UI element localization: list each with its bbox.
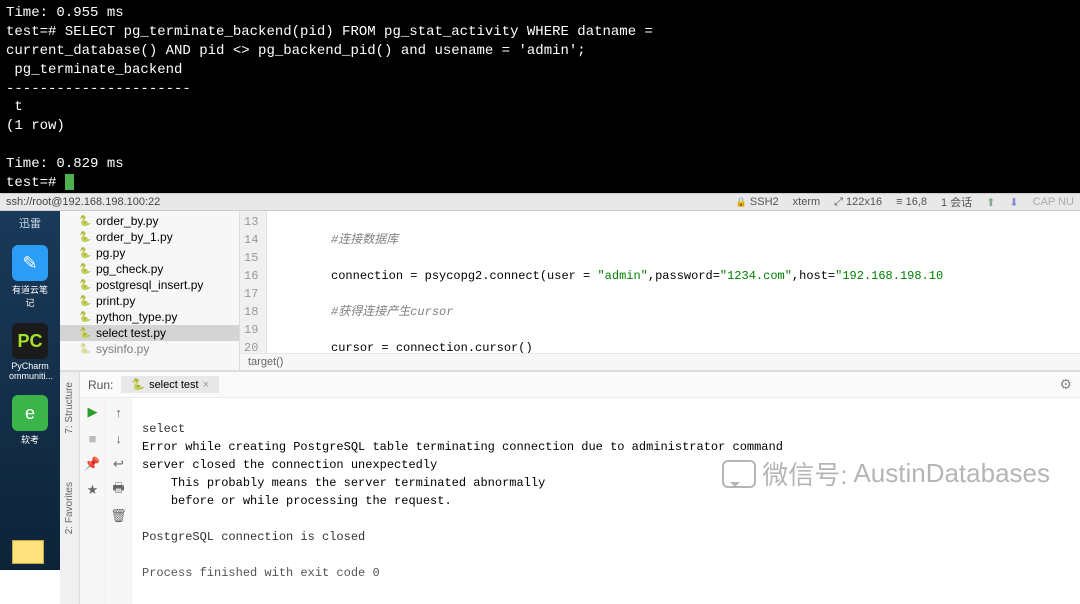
- arrow-down-icon[interactable]: ⬇: [1009, 196, 1018, 209]
- run-config-tab[interactable]: 🐍select test ×: [121, 376, 219, 393]
- ssh-term-size: ⤢ 122x16: [834, 196, 882, 209]
- print-icon[interactable]: 🖶: [111, 482, 127, 498]
- terminal-line: (1 row): [6, 118, 65, 134]
- soft-wrap-icon[interactable]: ↩: [111, 456, 127, 472]
- ssh-statusbar: ssh://root@192.168.198.100:22 SSH2 xterm…: [0, 193, 1080, 211]
- favorites-tab[interactable]: 2: Favorites: [62, 478, 77, 538]
- python-file-icon: 🐍: [78, 262, 92, 276]
- taskbar-folder-icon[interactable]: [12, 540, 44, 564]
- terminal-cursor-icon: [65, 174, 74, 190]
- ssh-caps: CAP NU: [1033, 196, 1074, 208]
- terminal-line: current_database() AND pid <> pg_backend…: [6, 43, 586, 59]
- code-line: #连接数据库: [273, 231, 943, 249]
- side-tool-tabs: 7: Structure 2: Favorites: [60, 372, 80, 604]
- code-line: cursor = connection.cursor(): [273, 339, 943, 353]
- ssh-cursor-pos: ≡ 16,8: [896, 196, 927, 208]
- desktop-icon-ruankao[interactable]: e软考: [9, 395, 51, 446]
- console-exit-line: Process finished with exit code 0: [142, 566, 380, 580]
- python-file-icon: 🐍: [78, 294, 92, 308]
- console-line: Error while creating PostgreSQL table te…: [142, 440, 783, 454]
- terminal-line: t: [6, 99, 23, 115]
- terminal-line: ----------------------: [6, 81, 191, 97]
- arrow-up-icon[interactable]: ⬆: [986, 196, 995, 209]
- ide-window: 🐍order_by.py 🐍order_by_1.py 🐍pg.py 🐍pg_c…: [60, 211, 1080, 570]
- close-icon[interactable]: ×: [203, 379, 209, 391]
- terminal-prompt: test=#: [6, 175, 65, 191]
- project-tree[interactable]: 🐍order_by.py 🐍order_by_1.py 🐍pg.py 🐍pg_c…: [60, 211, 240, 370]
- python-file-icon: 🐍: [78, 278, 92, 292]
- terminal[interactable]: Time: 0.955 ms test=# SELECT pg_terminat…: [0, 0, 1080, 193]
- ssh-address: ssh://root@192.168.198.100:22: [6, 196, 736, 208]
- terminal-line: pg_terminate_backend: [6, 62, 182, 78]
- structure-tab[interactable]: 7: Structure: [62, 378, 77, 438]
- stop-button[interactable]: ■: [85, 430, 101, 446]
- run-label: Run:: [88, 378, 113, 392]
- console-line: select: [142, 422, 185, 436]
- file-item-selected[interactable]: 🐍select test.py: [60, 325, 239, 341]
- console-line: PostgreSQL connection is closed: [142, 530, 365, 544]
- python-file-icon: 🐍: [78, 246, 92, 260]
- ssh-term-type: xterm: [793, 196, 821, 208]
- run-console[interactable]: select Error while creating PostgreSQL t…: [132, 398, 1080, 604]
- file-item[interactable]: 🐍print.py: [60, 293, 239, 309]
- python-file-icon: 🐍: [78, 214, 92, 228]
- editor[interactable]: 1314151617181920 #连接数据库 connection = psy…: [240, 211, 1080, 370]
- python-file-icon: 🐍: [78, 230, 92, 244]
- code-line: #获得连接产生cursor: [273, 303, 943, 321]
- run-panel: 7: Structure 2: Favorites Run: 🐍select t…: [60, 371, 1080, 604]
- file-item[interactable]: 🐍order_by.py: [60, 213, 239, 229]
- run-toolbar-primary: ▶ ■ 📌 ★: [80, 398, 106, 604]
- rerun-button[interactable]: ▶: [85, 404, 101, 420]
- python-file-icon: 🐍: [78, 326, 92, 340]
- file-item[interactable]: 🐍python_type.py: [60, 309, 239, 325]
- desktop-icon-youdao[interactable]: ✎有道云笔记: [9, 245, 51, 309]
- pin-icon[interactable]: 📌: [85, 456, 101, 472]
- star-icon[interactable]: ★: [85, 482, 101, 498]
- trash-icon[interactable]: 🗑: [111, 508, 127, 524]
- line-gutter: 1314151617181920: [240, 211, 267, 353]
- file-item[interactable]: 🐍pg_check.py: [60, 261, 239, 277]
- console-line: before or while processing the request.: [142, 494, 452, 508]
- scroll-up-icon[interactable]: ↑: [111, 404, 127, 420]
- python-file-icon: 🐍: [131, 378, 145, 391]
- desktop-sidebar: 迅雷 ✎有道云笔记 PCPyCharm ommuniti... e软考: [0, 211, 60, 570]
- gear-icon[interactable]: ⚙: [1059, 376, 1072, 393]
- desktop-icon-pycharm[interactable]: PCPyCharm ommuniti...: [9, 323, 51, 381]
- python-file-icon: 🐍: [78, 310, 92, 324]
- console-line: server closed the connection unexpectedl…: [142, 458, 437, 472]
- code-lines[interactable]: #连接数据库 connection = psycopg2.connect(use…: [267, 211, 949, 353]
- terminal-line: Time: 0.955 ms: [6, 5, 124, 21]
- ssh-protocol: SSH2: [736, 196, 779, 208]
- desktop-icon-xunlei[interactable]: 迅雷: [9, 215, 51, 231]
- terminal-line: test=# SELECT pg_terminate_backend(pid) …: [6, 24, 653, 40]
- ssh-sessions: 1 会话: [941, 194, 972, 210]
- code-line: connection = psycopg2.connect(user = "ad…: [273, 267, 943, 285]
- scroll-down-icon[interactable]: ↓: [111, 430, 127, 446]
- breadcrumb[interactable]: target(): [240, 353, 1080, 370]
- run-toolbar-secondary: ↑ ↓ ↩ 🖶 🗑: [106, 398, 132, 604]
- file-item[interactable]: 🐍sysinfo.py: [60, 341, 239, 357]
- python-file-icon: 🐍: [78, 342, 92, 356]
- file-item[interactable]: 🐍postgresql_insert.py: [60, 277, 239, 293]
- console-line: This probably means the server terminate…: [142, 476, 545, 490]
- run-header: Run: 🐍select test × ⚙: [80, 372, 1080, 398]
- file-item[interactable]: 🐍pg.py: [60, 245, 239, 261]
- file-item[interactable]: 🐍order_by_1.py: [60, 229, 239, 245]
- terminal-line: Time: 0.829 ms: [6, 156, 124, 172]
